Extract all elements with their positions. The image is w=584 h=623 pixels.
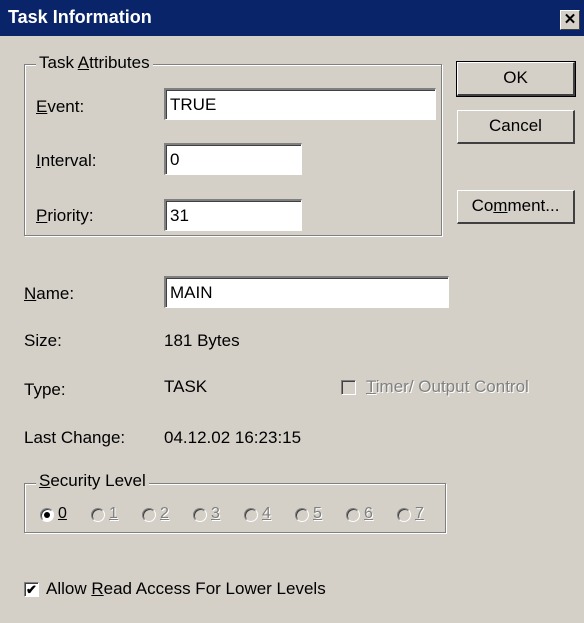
timer-output-control-checkbox[interactable] bbox=[341, 380, 356, 395]
close-icon: ✕ bbox=[563, 11, 577, 28]
allow-read-access-label: Allow Read Access For Lower Levels bbox=[46, 579, 326, 598]
checkmark-icon: ✔ bbox=[26, 582, 37, 597]
close-button[interactable]: ✕ bbox=[560, 10, 580, 30]
last-change-value: 04.12.02 16:23:15 bbox=[164, 428, 302, 447]
name-label: Name: bbox=[24, 284, 75, 303]
comment-button[interactable]: Comment... bbox=[457, 190, 575, 224]
security-level-legend: Security Level bbox=[36, 471, 149, 491]
security-level-radio-7[interactable] bbox=[397, 508, 411, 522]
size-value: 181 Bytes bbox=[164, 331, 240, 350]
allow-read-access-checkbox[interactable]: ✔ bbox=[24, 582, 39, 597]
window-title: Task Information bbox=[8, 7, 152, 27]
security-level-label-6: 6 bbox=[364, 505, 373, 522]
task-attributes-legend: Task Attributes bbox=[36, 53, 153, 73]
cancel-button[interactable]: Cancel bbox=[457, 110, 575, 144]
security-level-label-3: 3 bbox=[211, 505, 220, 522]
interval-label: Interval: bbox=[36, 151, 97, 170]
type-label: Type: bbox=[24, 380, 66, 399]
last-change-label: Last Change: bbox=[24, 428, 126, 447]
event-field[interactable] bbox=[164, 88, 436, 120]
security-level-radio-6[interactable] bbox=[346, 508, 360, 522]
security-level-label-1: 1 bbox=[109, 505, 118, 522]
security-level-label-5: 5 bbox=[313, 505, 322, 522]
security-level-radio-2[interactable] bbox=[142, 508, 156, 522]
event-label: Event: bbox=[36, 97, 85, 116]
title-bar: Task Information ✕ bbox=[0, 0, 584, 36]
type-value: TASK bbox=[164, 377, 208, 396]
ok-button[interactable]: OK bbox=[456, 61, 576, 97]
size-label: Size: bbox=[24, 331, 62, 350]
security-level-label-4: 4 bbox=[262, 505, 271, 522]
security-level-radio-1[interactable] bbox=[91, 508, 105, 522]
name-field[interactable] bbox=[164, 276, 449, 308]
security-level-label-7: 7 bbox=[415, 505, 424, 522]
timer-output-control-label: Timer/ Output Control bbox=[366, 377, 529, 396]
security-level-radio-0[interactable] bbox=[40, 508, 54, 522]
radio-selected-dot bbox=[44, 512, 50, 518]
priority-label: Priority: bbox=[36, 206, 94, 225]
security-level-radio-3[interactable] bbox=[193, 508, 207, 522]
security-level-label-0: 0 bbox=[58, 505, 67, 522]
security-level-radio-5[interactable] bbox=[295, 508, 309, 522]
security-level-label-2: 2 bbox=[160, 505, 169, 522]
priority-field[interactable] bbox=[164, 199, 302, 231]
interval-field[interactable] bbox=[164, 143, 302, 175]
security-level-radio-4[interactable] bbox=[244, 508, 258, 522]
